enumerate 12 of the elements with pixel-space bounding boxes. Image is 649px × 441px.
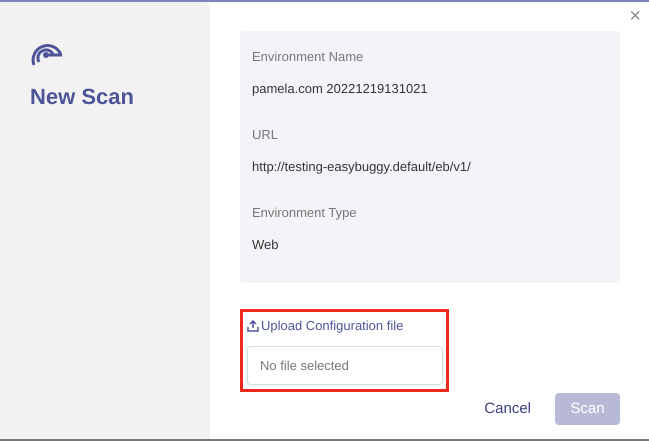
- field-label: Environment Type: [252, 204, 358, 222]
- cancel-button[interactable]: Cancel: [484, 392, 531, 426]
- file-field[interactable]: No file selected: [247, 346, 443, 385]
- close-button[interactable]: ×: [629, 6, 641, 26]
- upload-link[interactable]: Upload Configuration file: [247, 316, 404, 336]
- dialog-title: New Scan: [30, 83, 135, 111]
- field-value: pamela.com 20221219131021: [252, 80, 429, 98]
- field-label: URL: [252, 126, 280, 144]
- field-value: Web: [252, 236, 280, 254]
- field-label: Environment Name: [252, 48, 364, 66]
- field-value: http://testing-easybuggy.default/eb/v1/: [252, 158, 472, 176]
- upload-icon: [247, 320, 259, 332]
